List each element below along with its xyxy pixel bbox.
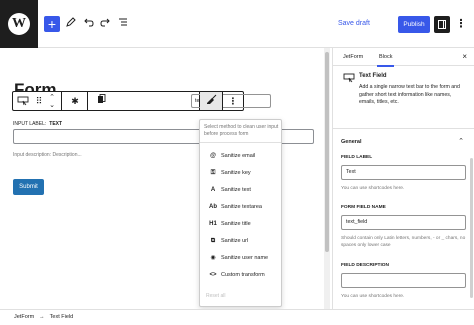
input-label-row: INPUT LABEL: TEXT	[13, 121, 62, 127]
publish-button[interactable]: Publish	[398, 16, 430, 33]
block-card-title: Text Field	[359, 73, 387, 79]
textarea-icon: Ab	[209, 204, 217, 210]
field-label-input[interactable]: Text	[341, 165, 466, 180]
undo-icon[interactable]	[82, 16, 96, 32]
input-label-value[interactable]: TEXT	[49, 121, 62, 127]
pencil-icon[interactable]	[64, 16, 78, 32]
settings-toggle-button[interactable]	[434, 16, 450, 33]
text-field-block-icon	[343, 73, 355, 83]
block-toolbar-group-1: ⠿ ⌃ ⌄	[13, 92, 62, 110]
sanitize-email-option[interactable]: @ Sanitize email	[208, 151, 280, 161]
toolbar-divider	[222, 92, 223, 110]
block-toolbar: ⠿ ⌃⌄ ✱ text_field ⋮	[12, 91, 271, 111]
option-label: Custom transform	[221, 272, 265, 278]
block-toolbar-group-3: text_field	[88, 92, 271, 110]
text-field-block-icon[interactable]	[17, 94, 29, 110]
breadcrumb-item-text-field[interactable]: Text Field	[50, 314, 74, 320]
field-label-label: FIELD LABEL	[341, 155, 373, 160]
divider	[200, 142, 281, 143]
reset-all-button[interactable]: Reset all	[206, 293, 225, 299]
field-description-input[interactable]	[341, 273, 466, 288]
block-toolbar-group-2: ✱	[62, 92, 88, 110]
sanitize-user-name-option[interactable]: ◉ Sanitize user name	[208, 253, 280, 263]
custom-transform-option[interactable]: <> Custom transform	[208, 270, 280, 280]
broom-icon	[205, 94, 217, 109]
divider	[333, 128, 474, 129]
key-icon: ⚿	[210, 170, 216, 176]
option-label: Sanitize user name	[221, 255, 269, 261]
options-menu-button[interactable]: ⋮	[454, 16, 468, 32]
heading-icon: H1	[209, 221, 217, 227]
breadcrumb-separator-icon: →	[39, 314, 45, 320]
sanitize-button[interactable]	[200, 92, 222, 110]
external-link-icon: ⧉	[210, 238, 216, 244]
move-up-down-icon[interactable]: ⌃ ⌄	[47, 94, 57, 110]
breadcrumb-item-jetform[interactable]: JetForm	[14, 314, 34, 320]
sanitize-url-option[interactable]: ⧉ Sanitize url	[208, 236, 280, 246]
option-label: Sanitize textarea	[221, 204, 262, 210]
sanitize-textarea-option[interactable]: Ab Sanitize textarea	[208, 202, 280, 212]
sanitize-key-option[interactable]: ⚿ Sanitize key	[208, 168, 280, 178]
option-label: Sanitize title	[221, 221, 251, 227]
settings-sidebar: JetForm Block × Text Field Add a single …	[332, 48, 474, 309]
drag-handle-icon[interactable]: ⠿	[35, 94, 43, 108]
form-field-name-input[interactable]: text_field	[341, 215, 466, 230]
code-icon: <>	[209, 272, 217, 278]
breadcrumb: JetForm → Text Field	[0, 309, 474, 325]
input-label-caption: INPUT LABEL:	[13, 121, 47, 127]
sanitize-title-option[interactable]: H1 Sanitize title	[208, 219, 280, 229]
list-view-icon[interactable]	[116, 16, 130, 32]
redo-icon[interactable]	[98, 16, 112, 32]
field-label-help: You can use shortcodes here.	[341, 186, 405, 191]
form-field-name-label: FORM FIELD NAME	[341, 205, 386, 210]
field-description-label: FIELD DESCRIPTION	[341, 263, 389, 268]
copy-icon[interactable]	[95, 94, 107, 108]
block-options-icon[interactable]: ⋮	[226, 94, 240, 108]
wordpress-logo-icon: W	[8, 13, 30, 35]
editor-top-toolbar: W + Save draft Publish ⋮	[0, 0, 474, 48]
option-label: Sanitize text	[221, 187, 251, 193]
option-label: Sanitize email	[221, 153, 256, 159]
option-label: Sanitize url	[221, 238, 249, 244]
block-card-description: Add a single narrow text bar to the form…	[359, 84, 460, 105]
text-icon: A	[210, 187, 216, 193]
sidebar-scrollbar[interactable]	[470, 158, 473, 298]
sidebar-icon	[438, 20, 446, 29]
field-description-help: You can use shortcodes here.	[341, 294, 405, 299]
add-block-button[interactable]: +	[44, 16, 60, 32]
asterisk-required-icon[interactable]: ✱	[69, 94, 81, 108]
tab-block[interactable]: Block	[376, 48, 395, 67]
sanitize-description: Select method to clean user input before…	[204, 124, 279, 137]
submit-button[interactable]: Submit	[13, 179, 44, 195]
wordpress-logo-button[interactable]: W	[0, 0, 38, 48]
canvas-scrollbar[interactable]	[324, 48, 330, 309]
sidebar-tabs: JetForm Block ×	[333, 48, 474, 67]
sanitize-dropdown: Select method to clean user input before…	[199, 119, 282, 307]
form-field-name-help: Should contain only Latin letters, numbe…	[341, 236, 466, 248]
user-icon: ◉	[210, 255, 216, 261]
close-sidebar-icon[interactable]: ×	[462, 48, 467, 66]
scrollbar-thumb[interactable]	[325, 52, 329, 252]
chevron-up-icon[interactable]: ⌃	[458, 137, 464, 145]
input-description[interactable]: Input description: Description...	[13, 152, 82, 158]
at-icon: @	[210, 153, 216, 159]
tab-jetform[interactable]: JetForm	[343, 48, 363, 66]
save-draft-button[interactable]: Save draft	[338, 20, 370, 27]
option-label: Sanitize key	[221, 170, 251, 176]
sanitize-text-option[interactable]: A Sanitize text	[208, 185, 280, 195]
general-panel-title[interactable]: General	[341, 139, 361, 145]
